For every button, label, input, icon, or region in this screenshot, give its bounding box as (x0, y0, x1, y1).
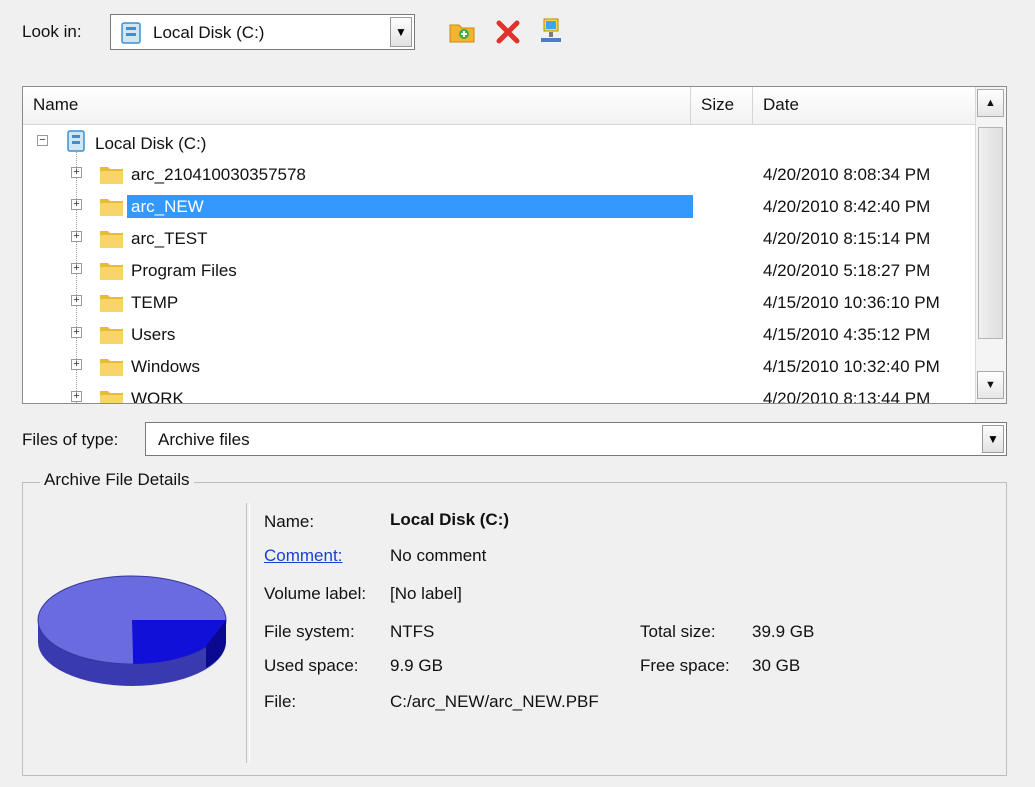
item-name: arc_TEST (131, 229, 208, 248)
free-space-value: 30 GB (752, 656, 801, 675)
volume-label-value: [No label] (390, 584, 462, 603)
disk-usage-pie-icon (37, 575, 227, 686)
volume-label-label: Volume label: (264, 584, 367, 603)
item-name: WORK (131, 389, 184, 404)
list-item[interactable]: + Windows 4/15/2010 10:32:40 PM (23, 350, 977, 381)
look-in-value: Local Disk (C:) (153, 23, 265, 42)
item-date: 4/20/2010 8:13:44 PM (763, 389, 931, 404)
expand-icon[interactable]: + (71, 231, 82, 242)
scroll-up-icon[interactable]: ▲ (977, 89, 1004, 117)
column-header-name[interactable]: Name (23, 87, 691, 125)
item-date: 4/20/2010 8:08:34 PM (763, 165, 931, 184)
new-folder-icon[interactable] (448, 16, 476, 46)
list-item[interactable]: + Program Files 4/20/2010 5:18:27 PM (23, 254, 977, 285)
files-of-type-label: Files of type: (22, 430, 119, 449)
files-of-type-value: Archive files (158, 430, 250, 449)
item-date: 4/15/2010 10:32:40 PM (763, 357, 940, 376)
total-size-label: Total size: (640, 622, 716, 641)
tree-root-label: Local Disk (C:) (95, 134, 207, 153)
delete-icon[interactable] (494, 16, 522, 46)
column-header-date[interactable]: Date (753, 87, 977, 125)
item-date: 4/20/2010 8:42:40 PM (763, 197, 931, 216)
list-item[interactable]: + arc_TEST 4/20/2010 8:15:14 PM (23, 222, 977, 253)
free-space-label: Free space: (640, 656, 730, 675)
collapse-icon[interactable]: − (37, 135, 48, 146)
item-name: arc_NEW (127, 195, 693, 218)
files-of-type-dropdown[interactable]: Archive files ▼ (145, 422, 1007, 456)
folder-icon (100, 199, 123, 216)
file-value: C:/arc_NEW/arc_NEW.PBF (390, 692, 599, 711)
look-in-label: Look in: (22, 22, 82, 41)
chevron-down-icon[interactable]: ▼ (390, 17, 412, 47)
name-label: Name: (264, 512, 315, 531)
divider (246, 503, 250, 763)
comment-link[interactable]: Comment: (264, 546, 342, 566)
file-label: File: (264, 692, 297, 711)
expand-icon[interactable]: + (71, 199, 82, 210)
item-name: Users (131, 325, 176, 344)
folder-icon (100, 359, 123, 376)
archive-details-title: Archive File Details (40, 470, 194, 490)
item-name: Windows (131, 357, 200, 376)
item-date: 4/15/2010 10:36:10 PM (763, 293, 940, 312)
folder-icon (100, 263, 123, 280)
list-item[interactable]: + arc_NEW 4/20/2010 8:42:40 PM (23, 190, 977, 221)
item-name: Program Files (131, 261, 237, 280)
drive-icon (67, 130, 85, 152)
look-in-dropdown[interactable]: Local Disk (C:) ▼ (110, 14, 415, 50)
item-date: 4/20/2010 8:15:14 PM (763, 229, 931, 248)
expand-icon[interactable]: + (71, 359, 82, 370)
file-system-label: File system: (264, 622, 355, 641)
folder-icon (100, 327, 123, 344)
network-computer-icon[interactable] (538, 16, 566, 46)
scroll-down-icon[interactable]: ▼ (977, 371, 1004, 399)
column-header-size[interactable]: Size (691, 87, 753, 125)
tree-root[interactable]: − Local Disk (C:) (23, 127, 977, 158)
list-item[interactable]: + arc_210410030357578 4/20/2010 8:08:34 PM (23, 158, 977, 189)
folder-icon (100, 391, 123, 403)
item-name: TEMP (131, 293, 179, 312)
scroll-thumb[interactable] (978, 127, 1003, 339)
chevron-down-icon[interactable]: ▼ (982, 425, 1004, 453)
folder-icon (100, 167, 123, 184)
list-item[interactable]: + Users 4/15/2010 4:35:12 PM (23, 318, 977, 349)
folder-icon (100, 231, 123, 248)
file-system-value: NTFS (390, 622, 435, 641)
expand-icon[interactable]: + (71, 327, 82, 338)
file-list[interactable]: Name Size Date − Local Disk (C:) + arc_21… (22, 86, 1007, 404)
expand-icon[interactable]: + (71, 391, 82, 402)
vertical-scrollbar[interactable]: ▲ ▼ (975, 87, 1006, 403)
folder-icon (100, 295, 123, 312)
expand-icon[interactable]: + (71, 263, 82, 274)
comment-value: No comment (390, 546, 487, 565)
expand-icon[interactable]: + (71, 167, 82, 178)
drive-icon (121, 22, 141, 44)
name-value: Local Disk (C:) (390, 510, 510, 529)
list-item[interactable]: + WORK 4/20/2010 8:13:44 PM (23, 382, 977, 404)
list-item[interactable]: + TEMP 4/15/2010 10:36:10 PM (23, 286, 977, 317)
item-date: 4/20/2010 5:18:27 PM (763, 261, 931, 280)
expand-icon[interactable]: + (71, 295, 82, 306)
total-size-value: 39.9 GB (752, 622, 815, 641)
item-date: 4/15/2010 4:35:12 PM (763, 325, 931, 344)
used-space-label: Used space: (264, 656, 359, 675)
item-name: arc_210410030357578 (131, 165, 306, 184)
used-space-value: 9.9 GB (390, 656, 443, 675)
